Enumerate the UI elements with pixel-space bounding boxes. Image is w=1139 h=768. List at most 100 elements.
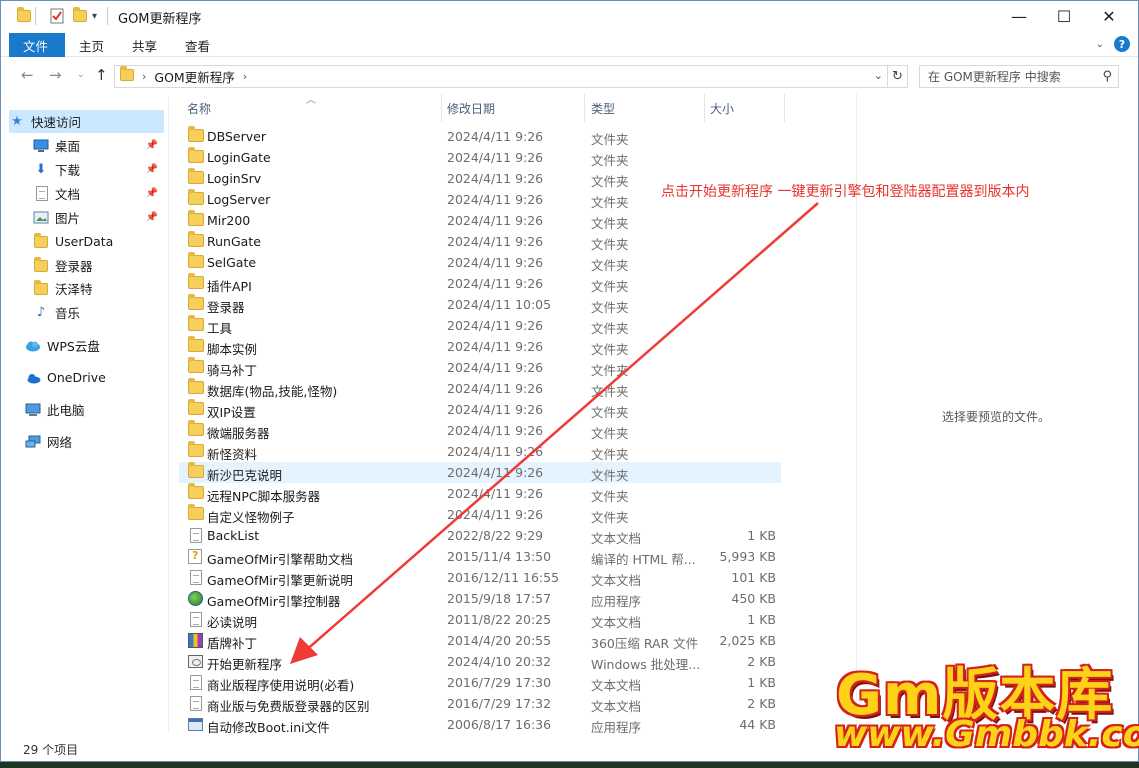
file-date: 2024/4/11 9:26 [447,381,544,396]
column-name[interactable]: 名称 [187,100,211,117]
file-row[interactable]: 远程NPC脚本服务器 2024/4/11 9:26 文件夹 [179,483,781,504]
sidebar-item-wozete[interactable]: 沃泽特 [33,277,164,300]
folder-icon [188,399,204,417]
sidebar-item-desktop[interactable]: 桌面 📌 [33,134,164,157]
file-row[interactable]: 登录器 2024/4/11 10:05 文件夹 [179,294,781,315]
folder-icon [188,504,204,522]
file-row[interactable]: RunGate 2024/4/11 9:26 文件夹 [179,231,781,252]
customize-quick-access-icon[interactable]: ▾ [92,7,97,25]
breadcrumb-item[interactable]: GOM更新程序 [154,67,234,86]
forward-arrow-icon[interactable]: → [49,66,62,84]
file-row[interactable]: 双IP设置 2024/4/11 9:26 文件夹 [179,399,781,420]
sidebar-item-launcher[interactable]: 登录器 [33,254,164,277]
pin-icon[interactable]: 📌 [146,140,158,151]
search-icon[interactable]: ⚲ [1102,69,1112,84]
sidebar-item-pictures[interactable]: 图片 📌 [33,206,164,229]
file-row[interactable]: 商业版与免费版登录器的区别 2016/7/29 17:32 文本文档 2 KB [179,693,781,714]
file-size: 2,025 KB [719,633,776,648]
file-name: DBServer [207,129,266,144]
file-name: 新怪资料 [207,447,258,462]
file-type: 文件夹 [591,300,629,315]
back-arrow-icon[interactable]: ← [21,66,34,84]
folder-icon [188,336,204,354]
column-type[interactable]: 类型 [591,100,615,117]
file-row[interactable]: 盾牌补丁 2014/4/20 20:55 360压缩 RAR 文件 2,025 KB [179,630,781,651]
file-name: 商业版程序使用说明(必看) [207,678,355,693]
sidebar-item-onedrive[interactable]: OneDrive [25,366,164,389]
file-row[interactable]: 商业版程序使用说明(必看) 2016/7/29 17:30 文本文档 1 KB [179,672,781,693]
file-row[interactable]: BackList 2022/8/22 9:29 文本文档 1 KB [179,525,781,546]
file-name: 商业版与免费版登录器的区别 [207,699,370,714]
sidebar-item-this-pc[interactable]: 此电脑 [25,398,164,421]
file-row[interactable]: 脚本实例 2024/4/11 9:26 文件夹 [179,336,781,357]
file-type: 文件夹 [591,237,629,252]
sidebar-item-quick-access[interactable]: ★ 快速访问 [9,110,164,133]
computer-icon [25,403,41,417]
file-name: LoginGate [207,150,271,165]
file-type: 360压缩 RAR 文件 [591,636,699,651]
file-row[interactable]: DBServer 2024/4/11 9:26 文件夹 [179,126,781,147]
sidebar-item-userdata[interactable]: UserData [33,230,164,253]
pin-icon[interactable]: 📌 [146,164,158,175]
address-dropdown-icon[interactable]: ⌄ [874,69,883,82]
column-divider[interactable] [584,94,585,122]
file-row[interactable]: 工具 2024/4/11 9:26 文件夹 [179,315,781,336]
tab-view[interactable]: 查看 [171,33,224,57]
address-bar[interactable]: › GOM更新程序 › ⌄ [114,65,888,88]
column-date[interactable]: 修改日期 [447,100,495,117]
file-row[interactable]: 骑马补丁 2024/4/11 9:26 文件夹 [179,357,781,378]
file-row[interactable]: 必读说明 2011/8/22 20:25 文本文档 1 KB [179,609,781,630]
file-row[interactable]: SelGate 2024/4/11 9:26 文件夹 [179,252,781,273]
file-date: 2024/4/11 9:26 [447,507,544,522]
file-row[interactable]: GameOfMir引擎更新说明 2016/12/11 16:55 文本文档 101 K… [179,567,781,588]
file-row[interactable]: 数据库(物品,技能,怪物) 2024/4/11 9:26 文件夹 [179,378,781,399]
file-row[interactable]: Mir200 2024/4/11 9:26 文件夹 [179,210,781,231]
file-row[interactable]: 开始更新程序 2024/4/10 20:32 Windows 批处理... 2 KB [179,651,781,672]
recent-locations-icon[interactable]: ⌄ [77,70,85,80]
sidebar-item-label: 桌面 [55,139,81,154]
up-arrow-icon[interactable]: ↑ [95,66,108,84]
sidebar-item-wps-cloud[interactable]: WPS云盘 [25,334,164,357]
file-row[interactable]: GameOfMir引擎控制器 2015/9/18 17:57 应用程序 450 KB [179,588,781,609]
expand-ribbon-icon[interactable]: ⌄ [1096,39,1104,50]
file-row[interactable]: 微端服务器 2024/4/11 9:26 文件夹 [179,420,781,441]
column-divider[interactable] [784,94,785,122]
tab-file[interactable]: 文件 [9,33,65,57]
breadcrumb-chevron-icon[interactable]: › [243,70,247,83]
file-row[interactable]: 插件API 2024/4/11 9:26 文件夹 [179,273,781,294]
folder-icon [188,357,204,375]
search-box[interactable]: 在 GOM更新程序 中搜索 ⚲ [919,65,1119,88]
sidebar-item-music[interactable]: ♪ 音乐 [33,301,164,324]
column-divider[interactable] [704,94,705,122]
file-date: 2024/4/11 9:26 [447,129,544,144]
tab-share[interactable]: 共享 [118,33,171,57]
minimize-button[interactable]: — [996,1,1042,31]
new-folder-icon[interactable] [73,7,87,25]
file-row[interactable]: 自动修改Boot.ini文件 2006/8/17 16:36 应用程序 44 KB [179,714,781,735]
file-date: 2022/8/22 9:29 [447,528,544,543]
tab-home[interactable]: 主页 [65,33,118,57]
sidebar-item-downloads[interactable]: ⬇ 下载 📌 [33,158,164,181]
sort-ascending-icon: ︿ [306,95,316,106]
file-row[interactable]: 新怪资料 2024/4/11 9:26 文件夹 [179,441,781,462]
pin-icon[interactable]: 📌 [146,212,158,223]
breadcrumb-chevron-icon[interactable]: › [142,70,146,83]
file-row[interactable]: 新沙巴克说明 2024/4/11 9:26 文件夹 [179,462,781,483]
file-row[interactable]: LoginGate 2024/4/11 9:26 文件夹 [179,147,781,168]
file-row[interactable]: 自定义怪物例子 2024/4/11 9:26 文件夹 [179,504,781,525]
text-file-icon [188,570,204,585]
text-file-icon [188,612,204,627]
pin-icon[interactable]: 📌 [146,188,158,199]
column-divider[interactable] [441,94,442,122]
column-size[interactable]: 大小 [710,100,734,117]
help-icon[interactable]: ? [1114,36,1130,52]
sidebar-item-network[interactable]: 网络 [25,430,164,453]
file-date: 2014/4/20 20:55 [447,633,552,648]
refresh-icon[interactable]: ↻ [888,65,908,88]
maximize-button[interactable]: ☐ [1041,1,1087,31]
sidebar-item-documents[interactable]: 文档 📌 [33,182,164,205]
properties-icon[interactable] [49,7,65,25]
search-input[interactable]: 在 GOM更新程序 中搜索 [928,68,1061,85]
file-row[interactable]: GameOfMir引擎帮助文档 2015/11/4 13:50 编译的 HTML 帮… [179,546,781,567]
close-button[interactable]: ✕ [1086,1,1132,31]
